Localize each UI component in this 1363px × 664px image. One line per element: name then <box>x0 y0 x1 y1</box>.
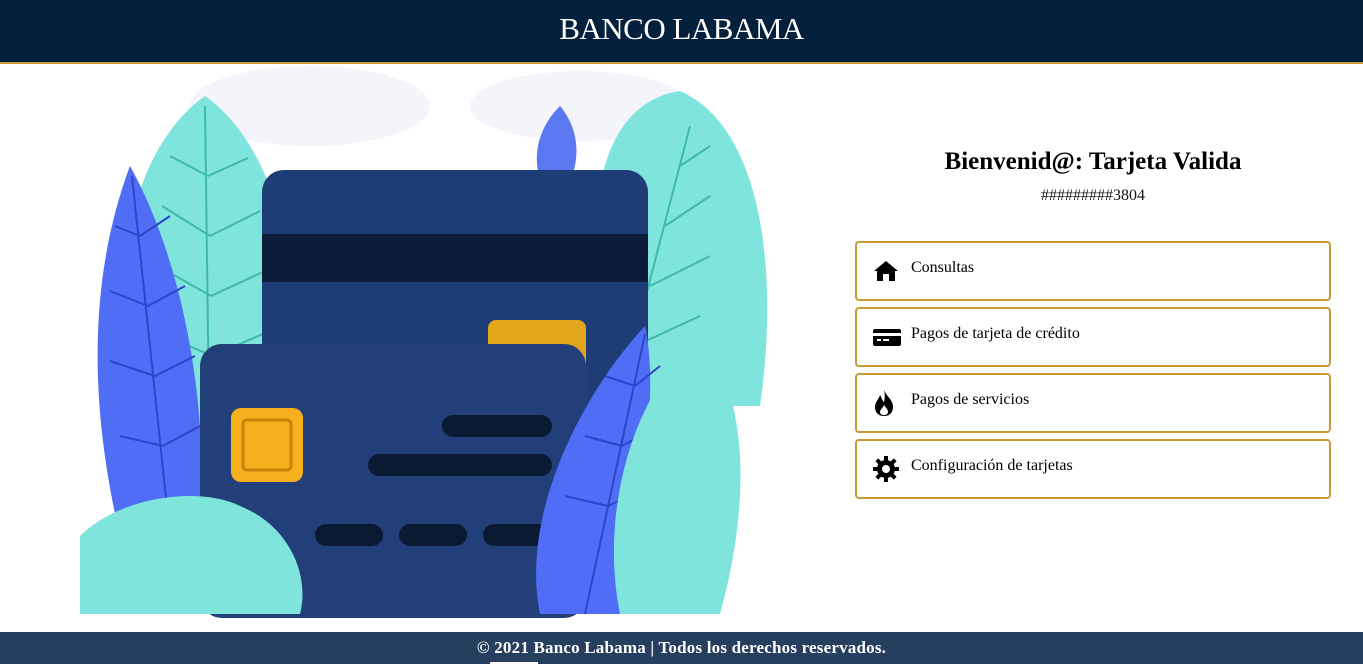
fire-icon <box>873 389 901 417</box>
menu-item-label: Pagos de servicios <box>911 391 1030 408</box>
copyright-text: © 2021 Banco Labama | Todos los derechos… <box>476 638 887 657</box>
top-header: BANCO LABAMA <box>0 0 1363 64</box>
menu-item-pagos-servicios[interactable]: Pagos de servicios <box>855 373 1331 433</box>
masked-card-number: #########3804 <box>1041 187 1145 204</box>
menu-item-label: Configuración de tarjetas <box>911 457 1073 474</box>
menu-item-consultas[interactable]: Consultas <box>855 241 1331 301</box>
main-menu: Consultas Pagos de tarjeta de crédito Pa… <box>855 241 1331 505</box>
menu-item-configuracion[interactable]: Configuración de tarjetas <box>855 439 1331 499</box>
welcome-title: Bienvenid@: Tarjeta Valida <box>944 148 1242 175</box>
menu-item-label: Consultas <box>911 259 975 276</box>
menu-item-pagos-tarjeta[interactable]: Pagos de tarjeta de crédito <box>855 307 1331 367</box>
footer: © 2021 Banco Labama | Todos los derechos… <box>0 632 1363 664</box>
credit-card-icon <box>873 323 901 351</box>
credit-cards-illustration <box>60 66 780 618</box>
home-icon <box>873 257 901 285</box>
gear-icon <box>873 455 901 483</box>
menu-item-label: Pagos de tarjeta de crédito <box>911 325 1080 342</box>
welcome-panel: Bienvenid@: Tarjeta Valida #########3804 <box>855 148 1331 205</box>
bank-title: BANCO LABAMA <box>559 11 804 46</box>
